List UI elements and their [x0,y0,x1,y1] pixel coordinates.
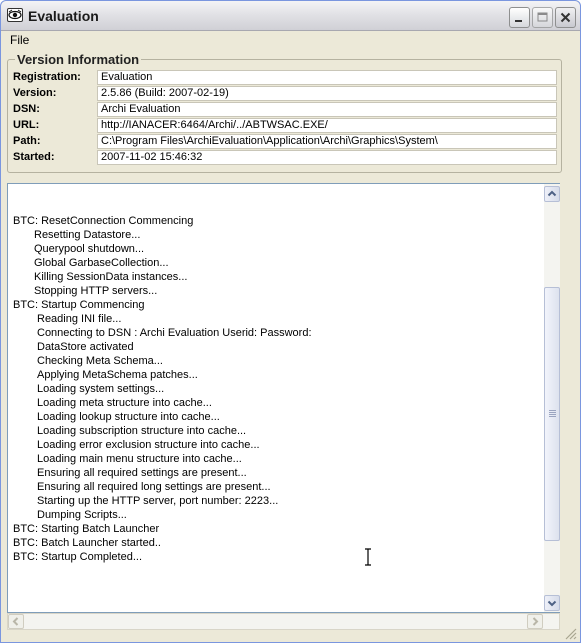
chevron-left-icon [12,617,19,626]
started-field[interactable]: 2007-11-02 15:46:32 [97,150,557,165]
text-cursor-icon [365,548,371,566]
menu-file[interactable]: File [10,33,29,47]
vertical-scroll-thumb[interactable] [544,286,560,541]
path-label: Path: [13,135,41,147]
version-information-title: Version Information [15,52,142,67]
chevron-down-icon [547,600,557,607]
maximize-button[interactable] [532,7,553,28]
log-line: Global GarbaseCollection... [34,257,169,269]
log-line: BTC: Startup Commencing [13,299,145,311]
horizontal-scrollbar[interactable] [7,613,560,630]
registration-field[interactable]: Evaluation [97,70,557,85]
title-bar[interactable]: Evaluation [1,1,580,31]
log-line: Connecting to DSN : Archi Evaluation Use… [37,327,312,339]
log-line: Starting up the HTTP server, port number… [37,495,279,507]
close-icon [560,12,571,23]
scroll-right-button[interactable] [527,614,543,629]
log-line: Checking Meta Schema... [37,355,163,367]
log-lines: BTC: ResetConnection Commencing Resetting… [13,214,543,564]
eye-icon[interactable] [7,8,23,22]
maximize-icon [537,12,548,22]
log-line: Reading INI file... [37,313,122,325]
log-line: Resetting Datastore... [34,229,141,241]
log-line: BTC: Batch Launcher started.. [13,537,161,549]
log-line: Loading meta structure into cache... [37,397,212,409]
log-line: BTC: Startup Completed... [13,551,142,563]
window-title: Evaluation [28,8,99,24]
log-line: Dumping Scripts... [37,509,127,521]
url-label: URL: [13,119,40,131]
minimize-button[interactable] [509,7,530,28]
minimize-icon [515,20,522,22]
resize-grip-icon[interactable] [563,626,577,640]
thumb-grip-line [549,413,556,415]
started-label: Started: [13,151,55,163]
scroll-down-button[interactable] [544,595,560,611]
log-output-area[interactable]: BTC: ResetConnection Commencing Resetting… [7,183,560,613]
close-button[interactable] [555,7,576,28]
log-line: Querypool shutdown... [34,243,145,255]
thumb-grip-line [549,411,556,413]
log-line: DataStore activated [37,341,134,353]
log-line: Applying MetaSchema patches... [37,369,198,381]
scroll-left-button[interactable] [8,614,24,629]
thumb-grip-line [549,415,556,417]
log-line: Loading error exclusion structure into c… [37,439,260,451]
menu-bar: File [1,31,580,50]
scroll-up-button[interactable] [544,186,560,202]
log-line: Loading subscription structure into cach… [37,425,247,437]
chevron-right-icon [532,617,539,626]
log-line: Loading system settings... [37,383,165,395]
path-field[interactable]: C:\Program Files\ArchiEvaluation\Applica… [97,134,557,149]
log-line: Killing SessionData instances... [34,271,188,283]
url-field[interactable]: http://IANACER:6464/Archi/../ABTWSAC.EXE… [97,118,557,133]
log-line: Loading main menu structure into cache..… [37,453,242,465]
log-line: BTC: Starting Batch Launcher [13,523,160,535]
log-line: Ensuring all required settings are prese… [37,467,247,479]
version-label: Version: [13,87,57,99]
log-line: Stopping HTTP servers... [34,285,158,297]
registration-label: Registration: [13,71,81,83]
chevron-up-icon [547,190,557,197]
version-field[interactable]: 2.5.86 (Build: 2007-02-19) [97,86,557,101]
dsn-label: DSN: [13,103,40,115]
dsn-field[interactable]: Archi Evaluation [97,102,557,117]
log-line: BTC: ResetConnection Commencing [13,215,194,227]
log-line: Loading lookup structure into cache... [37,411,220,423]
thumb-grip-line [549,409,556,411]
log-line: Ensuring all required long settings are … [37,481,271,493]
evaluation-window: Evaluation File Version Information Regi… [0,0,581,643]
vertical-scrollbar[interactable] [544,184,560,612]
